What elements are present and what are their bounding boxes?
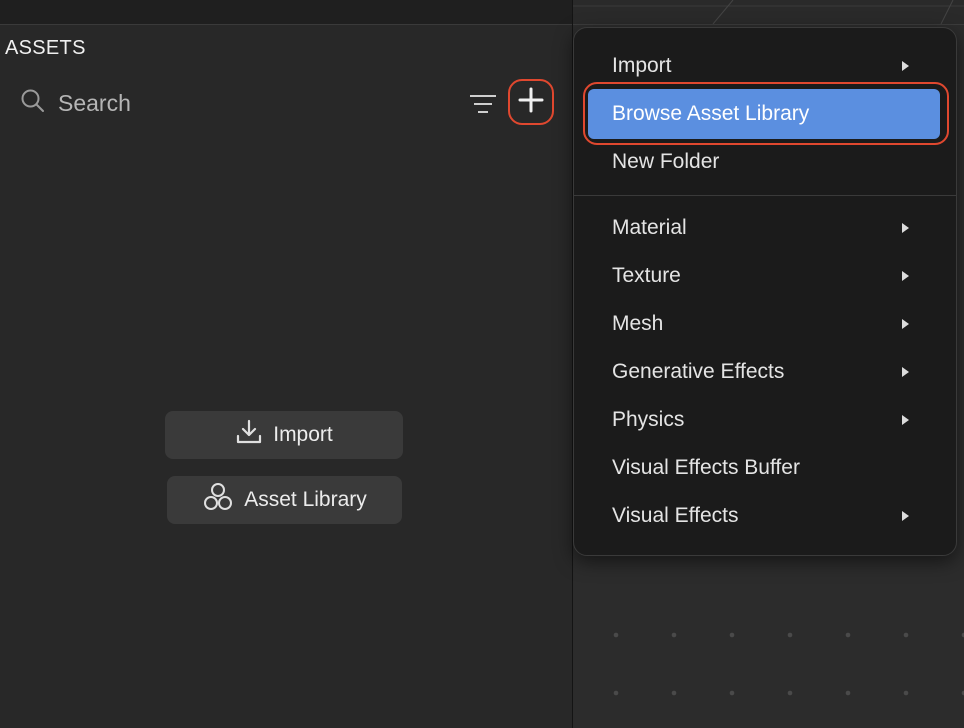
menu-item-visual-effects-buffer[interactable]: Visual Effects Buffer bbox=[574, 446, 956, 490]
hexagons-icon bbox=[202, 482, 234, 518]
grid-lines bbox=[573, 0, 964, 25]
menu-item-label: Browse Asset Library bbox=[612, 102, 810, 125]
submenu-arrow-icon bbox=[902, 319, 909, 329]
plus-icon bbox=[518, 87, 544, 118]
asset-library-button-label: Asset Library bbox=[244, 488, 367, 511]
import-button-label: Import bbox=[273, 423, 333, 446]
menu-item-label: Material bbox=[612, 216, 687, 239]
add-menu: Import Browse Asset Library New Folder M… bbox=[573, 27, 957, 556]
viewport-toolbar bbox=[573, 0, 964, 25]
menu-item-label: Physics bbox=[612, 408, 685, 431]
download-icon bbox=[235, 418, 263, 452]
viewport-grid-dots bbox=[573, 590, 964, 728]
menu-item-label: Import bbox=[612, 54, 672, 77]
filter-icon bbox=[468, 95, 498, 123]
menu-item-label: Visual Effects Buffer bbox=[612, 456, 800, 479]
panel-title: ASSETS bbox=[5, 37, 86, 59]
menu-item-label: New Folder bbox=[612, 150, 720, 173]
top-toolbar-strip bbox=[0, 0, 572, 25]
assets-panel: ASSETS Search Import Asset Library bbox=[0, 25, 572, 728]
menu-item-physics[interactable]: Physics bbox=[574, 398, 956, 442]
menu-item-label: Mesh bbox=[612, 312, 664, 335]
import-button[interactable]: Import bbox=[165, 411, 403, 459]
menu-separator bbox=[574, 195, 956, 196]
menu-item-generative-effects[interactable]: Generative Effects bbox=[574, 350, 956, 394]
submenu-arrow-icon bbox=[902, 415, 909, 425]
menu-item-label: Generative Effects bbox=[612, 360, 785, 383]
search-icon bbox=[20, 88, 46, 119]
menu-item-import[interactable]: Import bbox=[574, 44, 956, 88]
menu-item-browse-asset-library[interactable]: Browse Asset Library bbox=[574, 92, 956, 136]
submenu-arrow-icon bbox=[902, 61, 909, 71]
menu-item-visual-effects[interactable]: Visual Effects bbox=[574, 494, 956, 538]
menu-item-material[interactable]: Material bbox=[574, 206, 956, 250]
menu-item-mesh[interactable]: Mesh bbox=[574, 302, 956, 346]
menu-item-label: Texture bbox=[612, 264, 681, 287]
submenu-arrow-icon bbox=[902, 271, 909, 281]
add-asset-button[interactable] bbox=[508, 79, 554, 125]
submenu-arrow-icon bbox=[902, 223, 909, 233]
menu-item-new-folder[interactable]: New Folder bbox=[574, 140, 956, 184]
menu-item-texture[interactable]: Texture bbox=[574, 254, 956, 298]
menu-item-label: Visual Effects bbox=[612, 504, 739, 527]
submenu-arrow-icon bbox=[902, 367, 909, 377]
submenu-arrow-icon bbox=[902, 511, 909, 521]
filter-button[interactable] bbox=[468, 89, 498, 119]
search-input[interactable]: Search bbox=[58, 90, 131, 117]
search-field[interactable]: Search bbox=[20, 88, 131, 118]
asset-library-button[interactable]: Asset Library bbox=[167, 476, 402, 524]
